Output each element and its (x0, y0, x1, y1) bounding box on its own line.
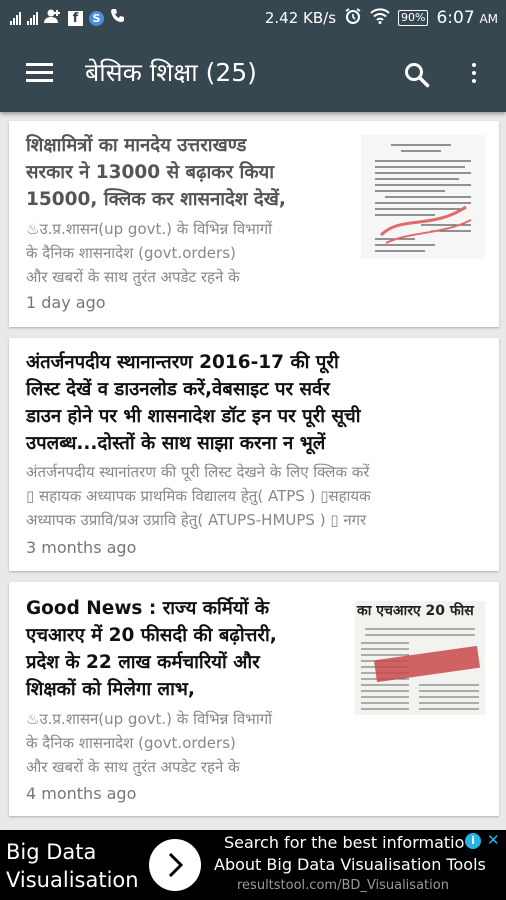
post-thumbnail[interactable]: का एचआरए 20 फीस (355, 601, 485, 715)
ad-arrow-button[interactable] (149, 839, 201, 891)
post-excerpt-line: ♨उ.प्र.शासन(up govt.) के विभिन्न विभागों (26, 220, 273, 238)
post-excerpt-line: अध्यापक उप्रावि/प्रअ उप्रावि हेतु( ATUPS… (26, 511, 367, 529)
signal-icon (10, 11, 21, 25)
post-title[interactable]: Good News : राज्य कर्मियों के एचआरए में … (26, 595, 277, 703)
signal-icon-2 (27, 11, 38, 25)
post-card[interactable]: Good News : राज्य कर्मियों के एचआरए में … (9, 582, 499, 816)
wifi-icon (370, 8, 390, 28)
post-excerpt-line: अंतर्जनपदीय स्थानांतरण की पूरी लिस्ट देख… (26, 463, 370, 481)
ad-brand-line2: Visualisation (6, 868, 139, 892)
post-title-line: शिक्षकों को मिलेगा लाभ, (26, 679, 195, 700)
ad-url: resultstool.com/BD_Visualisation (237, 878, 449, 893)
post-excerpt-line: और खबरों के साथ तुरंत अपडेट रहने के (26, 268, 240, 286)
more-options-icon[interactable] (466, 60, 482, 90)
post-time: 4 months ago (26, 784, 137, 803)
skype-icon: S (89, 10, 104, 26)
facebook-icon: f (68, 10, 83, 26)
status-bar: f S 2.42 KB/s 90% 6:07 AM (0, 0, 506, 36)
post-card[interactable]: शिक्षामित्रों का मानदेय उत्तराखण्ड सरकार… (9, 121, 499, 327)
menu-icon[interactable] (26, 63, 53, 83)
add-contact-icon (44, 8, 62, 28)
adchoices-icon[interactable]: i (465, 833, 481, 849)
alarm-icon (344, 7, 362, 29)
ad-banner[interactable]: Big Data Visualisation Search for the be… (0, 830, 506, 900)
post-excerpt: ♨उ.प्र.शासन(up govt.) के विभिन्न विभागों… (26, 707, 346, 779)
post-title-line: प्रदेश के 22 लाख कर्मचारियों और (26, 652, 260, 673)
app-bar: बेसिक शिक्षा (25) (0, 36, 506, 112)
ad-brand: Big Data Visualisation (6, 838, 139, 894)
post-title-line: अंतर्जनपदीय स्थानान्तरण 2016-17 की पूरी (26, 352, 339, 373)
clock-time: 6:07 (436, 8, 475, 28)
post-title-line: एचआरए में 20 फीसदी की बढ़ोत्तरी, (26, 625, 277, 646)
post-title-line: डाउन होने पर भी शासनादेश डॉट इन पर पूरी … (26, 406, 361, 427)
battery-indicator: 90% (398, 10, 429, 26)
page-title: बेसिक शिक्षा (25) (85, 58, 257, 87)
post-title-line: सरकार ने 13000 से बढ़ाकर किया (26, 162, 275, 183)
post-excerpt: ♨उ.प्र.शासन(up govt.) के विभिन्न विभागों… (26, 217, 346, 289)
post-excerpt: अंतर्जनपदीय स्थानांतरण की पूरी लिस्ट देख… (26, 460, 486, 532)
post-time: 1 day ago (26, 293, 106, 312)
post-excerpt-line: और खबरों के साथ तुरंत अपडेट रहने के (26, 758, 240, 776)
close-icon[interactable]: ✕ (487, 832, 503, 848)
ad-subtext: About Big Data Visualisation Tools (214, 855, 486, 874)
post-excerpt-line: के दैनिक शासनादेश (govt.orders) (26, 244, 236, 262)
phone-icon (110, 8, 126, 28)
post-title-line: उपलब्ध...दोस्तों के साथ साझा करना न भूले… (26, 433, 326, 454)
chevron-right-icon (168, 852, 184, 878)
search-icon[interactable] (402, 60, 432, 90)
post-excerpt-line: के दैनिक शासनादेश (govt.orders) (26, 734, 236, 752)
post-title[interactable]: अंतर्जनपदीय स्थानान्तरण 2016-17 की पूरी … (26, 349, 361, 457)
post-time: 3 months ago (26, 538, 137, 557)
post-thumbnail[interactable] (361, 135, 485, 259)
network-speed: 2.42 KB/s (264, 9, 337, 27)
post-excerpt-line: ♨उ.प्र.शासन(up govt.) के विभिन्न विभागों (26, 710, 273, 728)
post-card[interactable]: अंतर्जनपदीय स्थानान्तरण 2016-17 की पूरी … (9, 338, 499, 571)
post-title[interactable]: शिक्षामित्रों का मानदेय उत्तराखण्ड सरकार… (26, 132, 286, 213)
post-excerpt-line: ▯ सहायक अध्यापक प्राथमिक विद्यालय हेतु( … (26, 487, 371, 505)
clock-ampm: AM (479, 12, 498, 26)
post-title-line: Good News : राज्य कर्मियों के (26, 598, 270, 619)
clock: 6:07 AM (436, 8, 498, 28)
ad-headline: Search for the best informatio (224, 833, 465, 852)
post-title-line: लिस्ट देखें व डाउनलोड करें,वेबसाइट पर सर… (26, 379, 330, 400)
ad-brand-line1: Big Data (6, 840, 97, 864)
post-title-line: 15000, क्लिक कर शासनादेश देखें, (26, 189, 286, 210)
post-title-line: शिक्षामित्रों का मानदेय उत्तराखण्ड (26, 135, 247, 156)
